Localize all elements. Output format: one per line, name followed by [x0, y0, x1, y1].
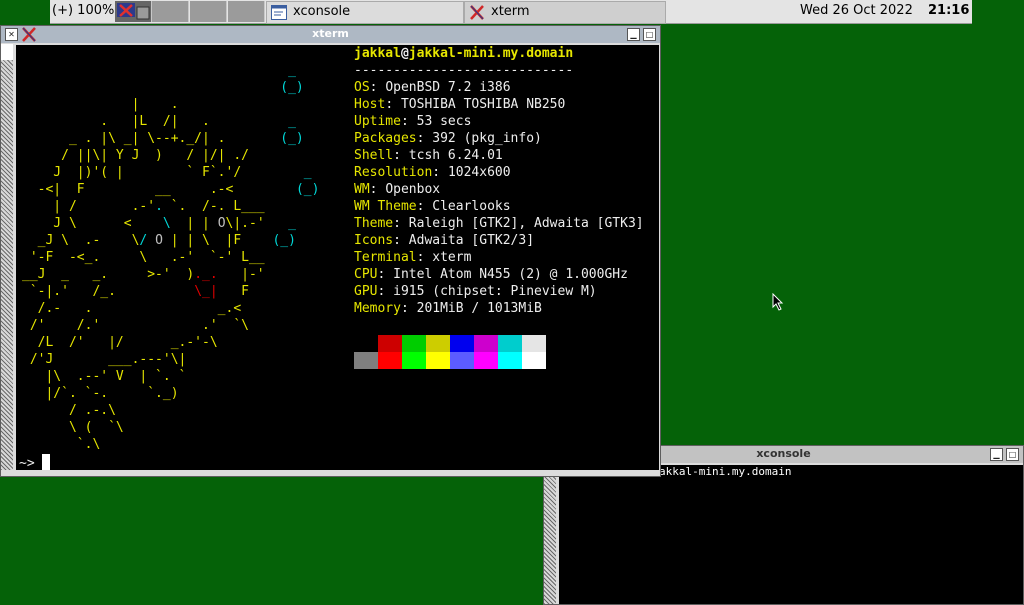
info-value-memory: 201MiB / 1013MiB [416, 301, 542, 316]
palette-swatch [498, 335, 522, 352]
neofetch-info-row: OS: OpenBSD 7.2 i386 [354, 80, 511, 95]
neofetch-host: jakkal-mini.my.domain [408, 46, 574, 61]
mouse-pointer-icon [772, 293, 784, 311]
desktop-pager-4[interactable] [228, 1, 265, 22]
neofetch-info-row: WM: Openbox [354, 182, 441, 197]
info-key-os: OS [354, 80, 370, 95]
palette-swatch [474, 335, 498, 352]
palette-swatch [354, 335, 378, 352]
task-label-xterm: xterm [491, 4, 530, 19]
task-button-xterm[interactable]: xterm [464, 1, 666, 24]
neofetch-info-row: Terminal: xterm [354, 250, 472, 265]
desktop-pager-3[interactable] [190, 1, 227, 22]
neofetch-info-row: Icons: Adwaita [GTK2/3] [354, 233, 535, 248]
info-value-resolution: 1024x600 [447, 165, 511, 180]
xconsole-window-icon [271, 5, 287, 20]
neofetch-header: jakkal@jakkal-mini.my.domain [354, 45, 573, 62]
neofetch-info-row: Shell: tcsh 6.24.01 [354, 148, 503, 163]
prompt-text: ~> [19, 456, 35, 471]
info-value-os: OpenBSD 7.2 i386 [385, 80, 511, 95]
xterm-terminal[interactable]: _ (_) | . . |L /| . _ _ . |\ _| \--+._/|… [16, 45, 659, 472]
panel-date: Wed 26 Oct 2022 [800, 3, 913, 18]
palette-swatch [402, 352, 426, 369]
desktop-pager-2[interactable] [152, 1, 189, 22]
desktop-pager-1[interactable] [115, 1, 152, 22]
info-key-theme: Theme [354, 216, 394, 231]
palette-swatch [522, 335, 546, 352]
task-label-xconsole: xconsole [293, 4, 351, 19]
openbsd-ascii-logo: _ (_) | . . |L /| . _ _ . |\ _| \--+._/|… [22, 63, 320, 452]
task-button-xconsole[interactable]: xconsole [266, 1, 464, 24]
xconsole-log-area[interactable]: akkal-mini.my.domain [559, 465, 1023, 604]
palette-swatch [402, 335, 426, 352]
palette-swatch [450, 335, 474, 352]
info-key-terminal: Terminal [354, 250, 417, 265]
xterm-titlebar[interactable]: ✕ xterm ▁ □ [1, 26, 660, 43]
xterm-scrollbar-thumb[interactable] [1, 44, 13, 60]
neofetch-info-row: Memory: 201MiB / 1013MiB [354, 301, 542, 316]
neofetch-info-row: Packages: 392 (pkg_info) [354, 131, 542, 146]
palette-swatch [498, 352, 522, 369]
info-key-host: Host [354, 97, 386, 112]
info-value-wm-theme: Clearlooks [432, 199, 511, 214]
info-key-shell: Shell [354, 148, 394, 163]
info-key-gpu: GPU [354, 284, 378, 299]
palette-swatch [378, 335, 402, 352]
info-value-shell: tcsh 6.24.01 [408, 148, 503, 163]
xterm-minimize-icon[interactable]: ▁ [627, 28, 640, 41]
info-key-wm: WM [354, 182, 370, 197]
pager-xterm-icon [117, 3, 150, 20]
info-key-resolution: Resolution [354, 165, 433, 180]
neofetch-info-row: CPU: Intel Atom N455 (2) @ 1.000GHz [354, 267, 628, 282]
zoom-label[interactable]: (+) 100% [52, 3, 114, 18]
neofetch-info-row: WM Theme: Clearlooks [354, 199, 511, 214]
info-value-uptime: 53 secs [416, 114, 472, 129]
info-value-host: TOSHIBA TOSHIBA NB250 [400, 97, 566, 112]
info-key-cpu: CPU [354, 267, 378, 282]
cursor-block [42, 454, 51, 470]
neofetch-rule: ---------------------------- [354, 63, 574, 78]
palette-swatch [378, 352, 402, 369]
xconsole-maximize-icon[interactable]: □ [1006, 448, 1019, 461]
xconsole-scrollbar[interactable] [544, 464, 556, 604]
info-value-theme: Raleigh [GTK2], Adwaita [GTK3] [408, 216, 644, 231]
neofetch-info-row: Host: TOSHIBA TOSHIBA NB250 [354, 97, 566, 112]
info-value-gpu: i915 (chipset: Pineview M) [393, 284, 597, 299]
xconsole-minimize-icon[interactable]: ▁ [990, 448, 1003, 461]
palette-swatch [426, 352, 450, 369]
palette-swatch [522, 352, 546, 369]
xterm-maximize-icon[interactable]: □ [643, 28, 656, 41]
info-key-uptime: Uptime [354, 114, 401, 129]
neofetch-info-row: Uptime: 53 secs [354, 114, 472, 129]
panel-clock: 21:16 [928, 3, 970, 18]
xterm-title: xterm [312, 27, 349, 40]
info-value-icons: Adwaita [GTK2/3] [408, 233, 535, 248]
shell-prompt: ~> [19, 454, 51, 472]
info-key-packages: Packages [354, 131, 417, 146]
xterm-window: ✕ xterm ▁ □ _ (_) | . . |L /| . _ _ . |\… [0, 25, 661, 477]
neofetch-user: jakkal [354, 46, 401, 61]
info-value-cpu: Intel Atom N455 (2) @ 1.000GHz [393, 267, 628, 282]
top-panel: (+) 100% xconsole xterm Wed 26 Oct 2022 … [50, 0, 972, 24]
xterm-scrollbar[interactable] [1, 44, 13, 470]
xterm-x-icon [470, 5, 484, 20]
palette-swatch [354, 352, 378, 369]
palette-swatch [474, 352, 498, 369]
info-value-wm: Openbox [385, 182, 441, 197]
neofetch-info-row: Resolution: 1024x600 [354, 165, 511, 180]
neofetch-info-row: GPU: i915 (chipset: Pineview M) [354, 284, 597, 299]
info-value-packages: 392 (pkg_info) [432, 131, 542, 146]
neofetch-info-row: Theme: Raleigh [GTK2], Adwaita [GTK3] [354, 216, 644, 231]
info-value-terminal: xterm [432, 250, 472, 265]
info-key-wm-theme: WM Theme [354, 199, 417, 214]
info-key-memory: Memory [354, 301, 401, 316]
info-key-icons: Icons [354, 233, 394, 248]
neofetch-at: @ [400, 46, 409, 61]
xconsole-log-text: akkal-mini.my.domain [659, 465, 792, 478]
palette-swatch [450, 352, 474, 369]
palette-swatch [426, 335, 450, 352]
